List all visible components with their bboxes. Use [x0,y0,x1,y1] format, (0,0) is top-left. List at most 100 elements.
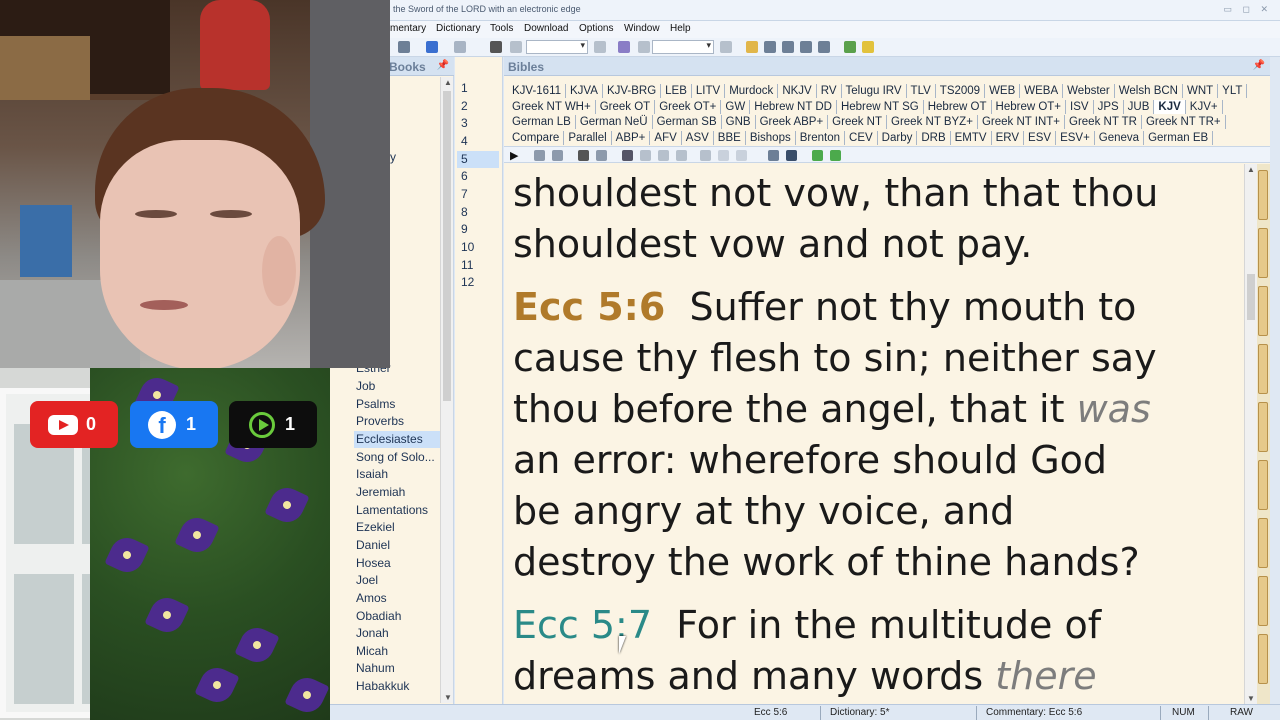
find-icon[interactable] [596,150,607,161]
go-icon[interactable] [594,41,606,53]
strikethrough-icon[interactable] [736,150,747,161]
bible-tab[interactable]: CEV [845,130,878,145]
scroll-up-icon[interactable]: ▲ [444,78,452,87]
menu-dictionary[interactable]: Dictionary [436,23,480,34]
bible-tab[interactable]: BBE [714,130,746,145]
bible-tab[interactable]: DRB [917,130,951,145]
bible-tab[interactable]: AFV [650,130,682,145]
chapter-item[interactable]: 4 [457,133,499,150]
sync-forward-icon[interactable] [830,150,841,161]
bible-reference-combo[interactable] [526,40,588,54]
lookup-icon[interactable] [510,41,522,53]
menu-download[interactable]: Download [524,23,568,34]
menu-tools[interactable]: Tools [490,23,513,34]
menu-window[interactable]: Window [624,23,660,34]
side-tab[interactable] [1258,402,1268,452]
chapter-item[interactable]: 1 [457,80,499,97]
note-edit-icon[interactable] [658,150,669,161]
book-item[interactable]: Hosea [354,555,440,572]
scroll-down-icon[interactable]: ▼ [1247,694,1255,703]
book-item[interactable]: Jeremiah [354,484,440,501]
book-item[interactable]: Psalms [354,396,440,413]
book-item[interactable]: Joel [354,572,440,589]
chapter-item[interactable]: 9 [457,221,499,238]
book-item[interactable]: Jonah [354,625,440,642]
book-item[interactable]: Lamentations [354,502,440,519]
panel-b-icon[interactable] [764,41,776,53]
text-scroll-thumb[interactable] [1247,274,1255,320]
chapter-item[interactable]: 6 [457,168,499,185]
menu-commentary[interactable]: mentary [390,23,426,34]
panel-e-icon[interactable] [818,41,830,53]
side-tab[interactable] [1258,634,1268,684]
book-item[interactable]: Ezekiel [354,519,440,536]
window-controls[interactable]: ▭ ◻ ✕ [1223,4,1272,15]
search-bible-icon[interactable] [578,150,589,161]
book-item[interactable]: Nahum [354,660,440,677]
highlight-icon[interactable] [618,41,630,53]
bible-tab[interactable]: ESV+ [1056,130,1095,145]
book-item[interactable]: Job [354,378,440,395]
puzzle-icon[interactable] [862,41,874,53]
bible-tab[interactable]: ERV [992,130,1025,145]
search-icon[interactable] [490,41,502,53]
scroll-down-icon[interactable]: ▼ [444,693,452,702]
forward-icon[interactable] [454,41,466,53]
bible-tab[interactable]: Parallel [564,130,612,145]
tool-icon[interactable] [720,41,732,53]
pin-icon[interactable]: 📌 [437,60,449,71]
edit-icon[interactable] [638,41,650,53]
chapter-item[interactable]: 11 [457,257,499,274]
chapter-item[interactable]: 2 [457,98,499,115]
menu-help[interactable]: Help [670,23,691,34]
menu-options[interactable]: Options [579,23,613,34]
bible-text[interactable]: shouldest not vow, than that thou should… [504,164,1244,704]
book-item[interactable]: Obadiah [354,608,440,625]
book-item[interactable]: Isaiah [354,466,440,483]
side-tab[interactable] [1258,576,1268,626]
bible-text-scrollbar[interactable]: ▲ ▼ [1244,164,1257,704]
bible-tab[interactable]: Bishops [746,130,796,145]
sync-back-icon[interactable] [812,150,823,161]
bible-tab[interactable]: ESV [1024,130,1057,145]
side-tab[interactable] [1258,518,1268,568]
side-tab[interactable] [1258,286,1268,336]
chapter-item[interactable]: 7 [457,186,499,203]
notes-icon[interactable] [622,150,633,161]
chapter-item[interactable]: 5 [457,150,499,168]
highlight-verse-icon[interactable] [700,150,711,161]
side-tab[interactable] [1258,170,1268,220]
note-del-icon[interactable] [676,150,687,161]
bible-tab[interactable]: Darby [878,130,918,145]
books-scroll-thumb[interactable] [443,91,451,401]
bible-tab[interactable]: Geneva [1095,130,1145,145]
chapter-item[interactable]: 10 [457,239,499,256]
panel-c-icon[interactable] [782,41,794,53]
book-item[interactable]: Habakkuk [354,678,440,695]
side-tab[interactable] [1258,344,1268,394]
bible-tab[interactable]: EMTV [951,130,992,145]
book-item[interactable]: Ecclesiastes [354,431,440,448]
search-combo[interactable] [652,40,714,54]
chapter-item[interactable]: 3 [457,115,499,132]
print-icon[interactable] [398,41,410,53]
note-add-icon[interactable] [640,150,651,161]
print-verse-icon[interactable] [552,150,563,161]
layout-icon[interactable] [746,41,758,53]
view-icon[interactable] [786,150,797,161]
verse-reference-current[interactable]: Ecc 5:6 [513,285,665,329]
pin-icon[interactable]: 📌 [1253,60,1265,71]
scroll-up-icon[interactable]: ▲ [1247,165,1255,174]
bible-tab[interactable]: Brenton [796,130,846,145]
zoom-icon[interactable] [768,150,779,161]
bible-tab[interactable]: ABP+ [612,130,651,145]
bible-tab[interactable]: Compare [508,130,565,145]
chapter-item[interactable]: 12 [457,274,499,291]
panel-d-icon[interactable] [800,41,812,53]
play-icon[interactable]: ▶ [510,149,518,162]
side-tab[interactable] [1258,228,1268,278]
book-item[interactable]: Micah [354,643,440,660]
bible-tab[interactable]: ASV [682,130,714,145]
books-scrollbar[interactable]: ▲ ▼ [440,77,453,703]
back-icon[interactable] [426,41,438,53]
